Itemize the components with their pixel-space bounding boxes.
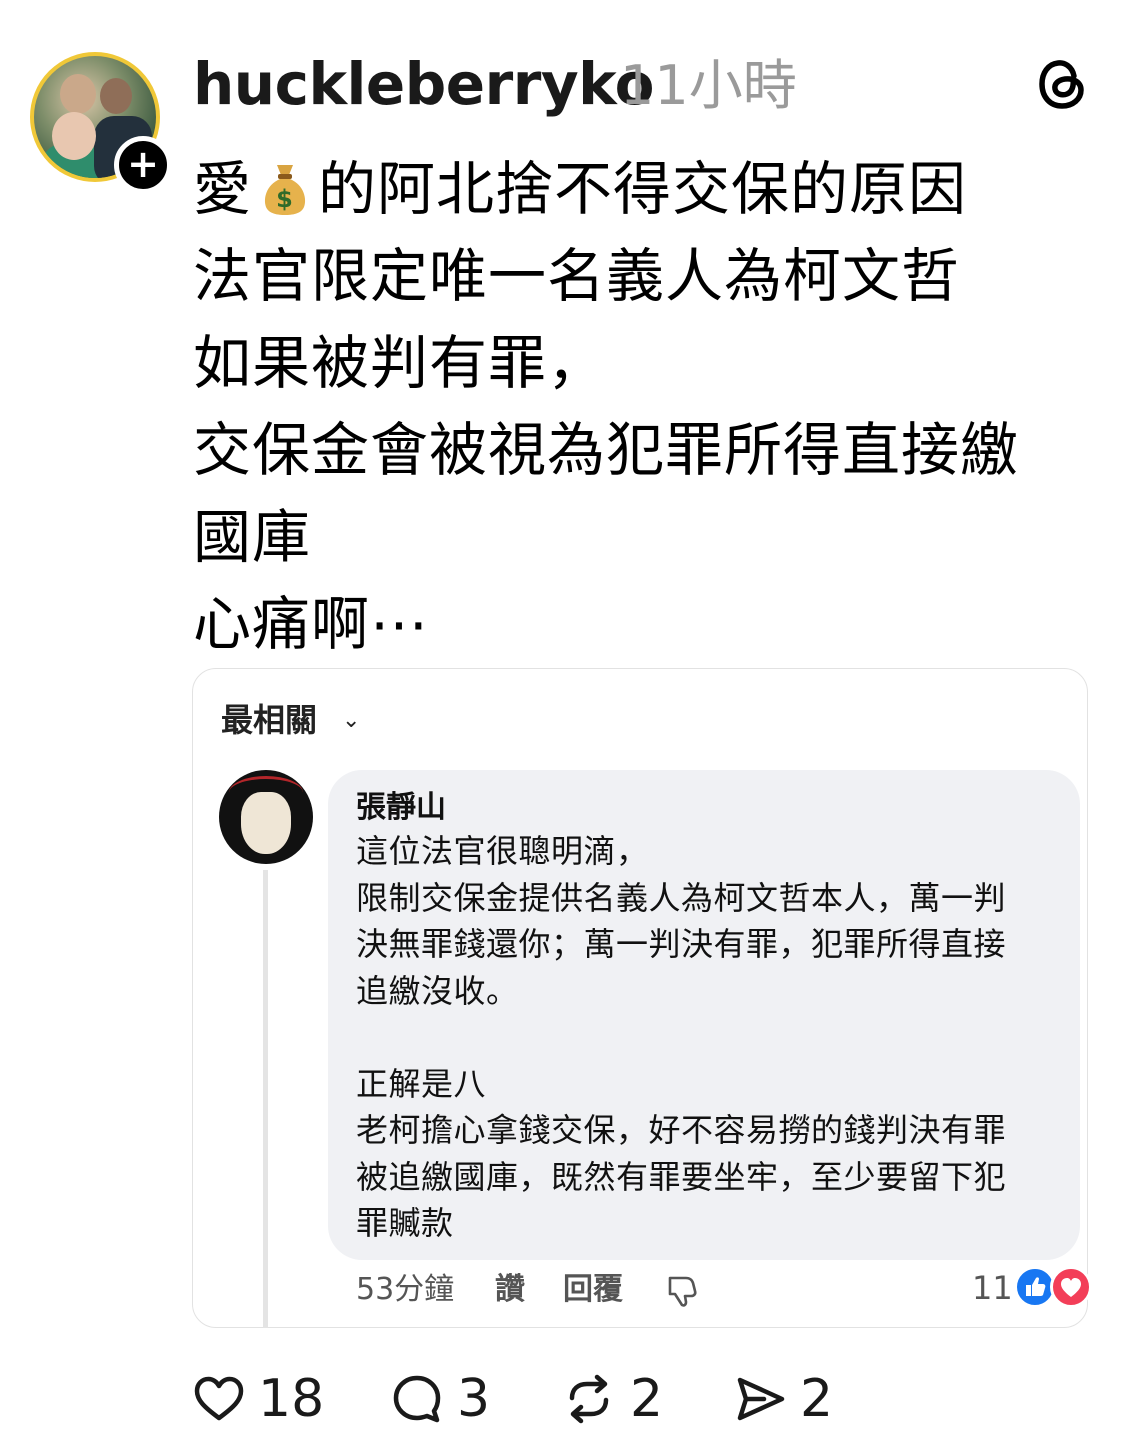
comment-like-button: 讚 xyxy=(495,1272,525,1307)
post-line: 國庫 xyxy=(193,503,312,571)
post-line: 心痛啊⋯ xyxy=(193,590,430,658)
comment-line: 這位法官很聰明滴， xyxy=(356,832,649,870)
comment-icon[interactable] xyxy=(390,1372,444,1426)
comment-line: 正解是八 xyxy=(356,1064,487,1103)
post-line: 交保金會被視為犯罪所得直接繳 xyxy=(193,416,1020,484)
repost-icon[interactable] xyxy=(562,1372,616,1426)
post-timestamp: 11小時 xyxy=(620,54,797,117)
svg-text:$: $ xyxy=(276,185,294,213)
post-line: 如果被判有罪， xyxy=(193,329,607,397)
chevron-down-icon: ⌄ xyxy=(342,708,361,733)
money-bag-icon: $ xyxy=(264,165,306,215)
thread-line xyxy=(263,870,268,1328)
thumbs-down-icon xyxy=(668,1276,697,1307)
post-body: 愛 $ 的阿北捨不得交保的原因 法官限定唯一名義人為柯文哲 如果被判有罪， 交保… xyxy=(193,146,1093,668)
comment-time: 53分鐘 xyxy=(356,1272,455,1307)
heart-icon[interactable] xyxy=(192,1372,246,1426)
post-line: 愛 $ 的阿北捨不得交保的原因 xyxy=(193,155,968,223)
comment-line: 決無罪錢還你；萬一判決有罪，犯罪所得直接 xyxy=(356,925,1007,963)
post-line: 法官限定唯一名義人為柯文哲 xyxy=(193,242,961,310)
comment-line: 罪贓款 xyxy=(356,1204,454,1242)
comment-line xyxy=(356,1014,1056,1061)
commenter-avatar xyxy=(219,770,313,864)
reaction-count: 11 xyxy=(972,1269,1013,1307)
comment-text: 這位法官很聰明滴， 限制交保金提供名義人為柯文哲本人，萬一判 決無罪錢還你；萬一… xyxy=(356,828,1056,1247)
comment-line: 老柯擔心拿錢交保，好不容易撈的錢判決有罪 xyxy=(356,1111,1007,1149)
threads-logo-icon[interactable] xyxy=(1036,56,1088,112)
comment-count: 3 xyxy=(457,1369,491,1429)
repost-count: 2 xyxy=(630,1369,664,1429)
comment-line: 追繳沒收。 xyxy=(356,971,519,1010)
share-count: 2 xyxy=(800,1369,834,1429)
comment-reply-button: 回覆 xyxy=(563,1272,623,1307)
commenter-name: 張靜山 xyxy=(356,790,446,825)
comment-sort-label: 最相關 xyxy=(221,701,318,739)
like-count: 18 xyxy=(258,1369,325,1429)
share-icon[interactable] xyxy=(734,1372,788,1426)
comment-line: 限制交保金提供名義人為柯文哲本人，萬一判 xyxy=(356,878,1007,917)
comment-line: 被追繳國庫，既然有罪要坐牢，至少要留下犯 xyxy=(356,1157,1007,1196)
author-username[interactable]: huckleberryko xyxy=(193,50,654,118)
heart-reaction-icon xyxy=(1050,1266,1092,1308)
follow-button[interactable]: + xyxy=(114,136,172,194)
